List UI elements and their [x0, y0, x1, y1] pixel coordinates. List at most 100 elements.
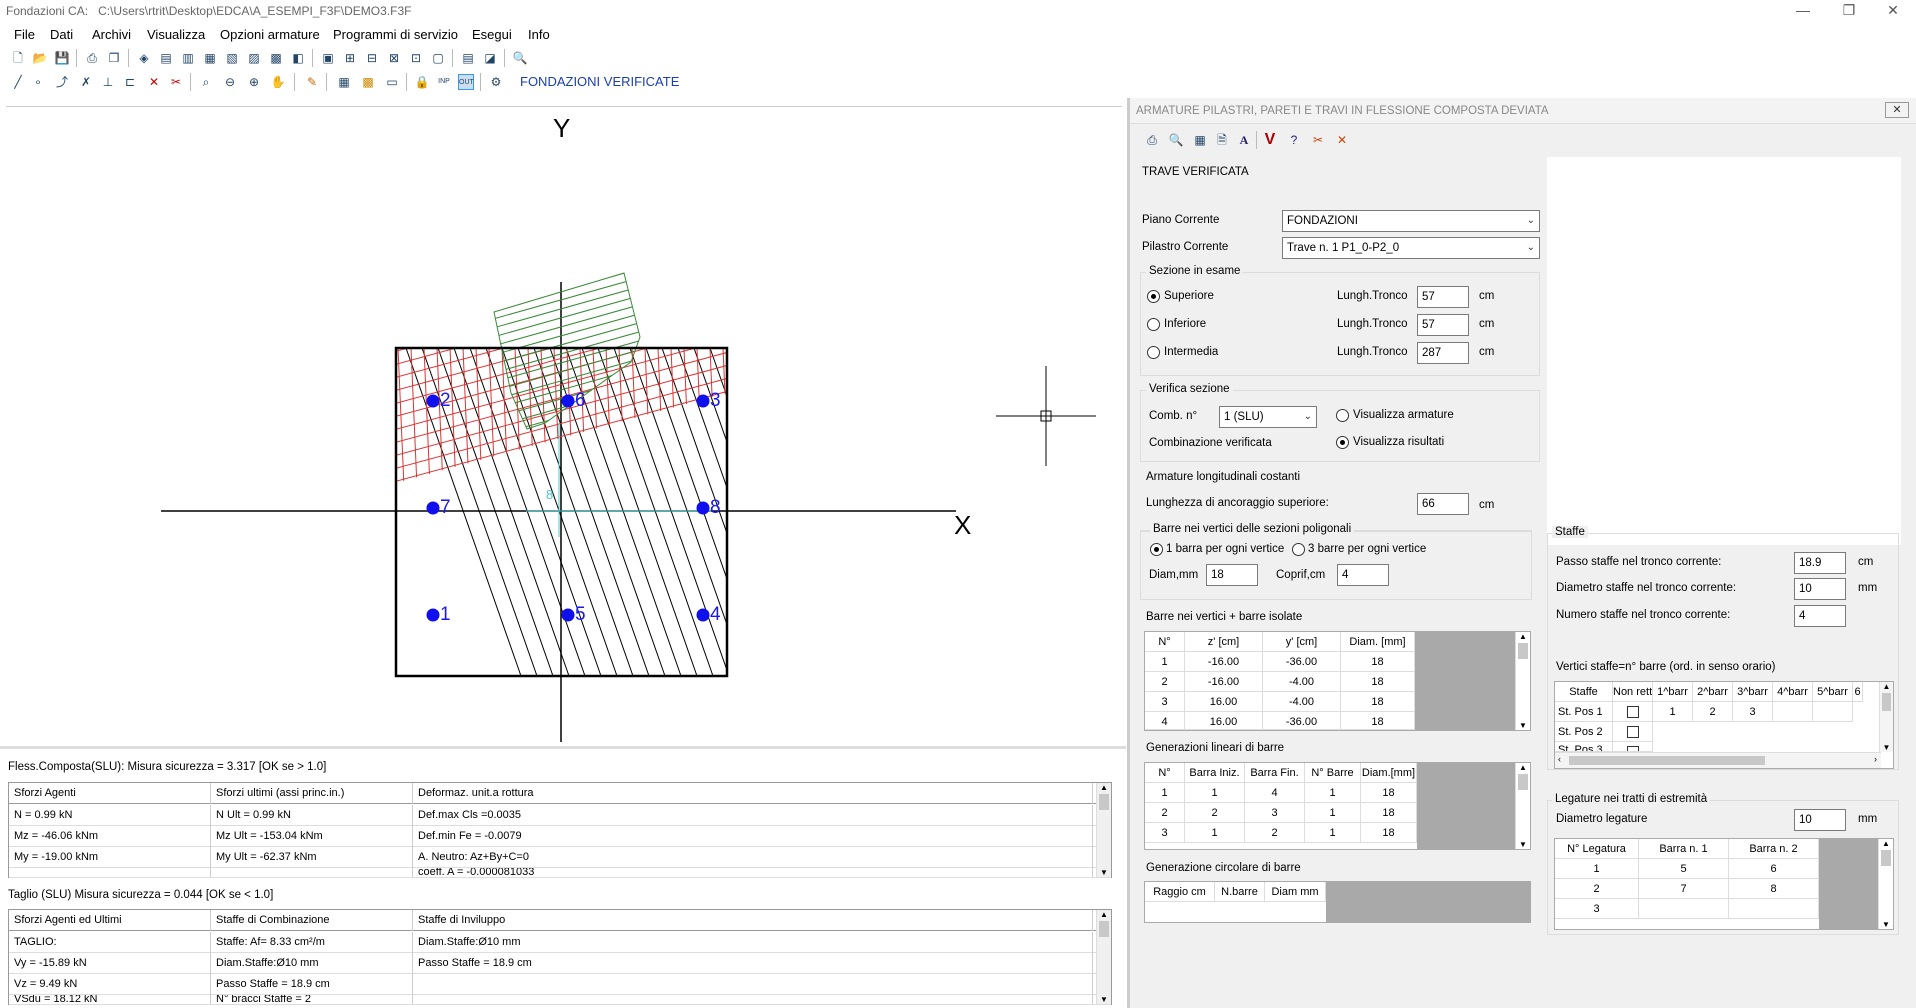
menu-programmi-servizio[interactable]: Programmi di servizio [333, 27, 458, 42]
num-staffe-input[interactable]: 4 [1794, 605, 1846, 627]
inp-icon[interactable]: INP [436, 74, 452, 90]
isolate-cell[interactable]: 18 [1341, 672, 1415, 692]
dialog-close-icon[interactable]: ✕ [1885, 102, 1909, 118]
lungh-superiore-input[interactable]: 57 [1417, 286, 1469, 308]
isolate-cell[interactable]: 18 [1341, 652, 1415, 672]
isolate-cell[interactable]: -16.00 [1185, 652, 1263, 672]
tool-13-icon[interactable]: ⊡ [408, 50, 424, 66]
tool-6-icon[interactable]: ▨ [246, 50, 262, 66]
tool-7-icon[interactable]: ▩ [268, 50, 284, 66]
gen-lin-cell[interactable]: 1 [1145, 783, 1185, 803]
radio-superiore[interactable] [1147, 290, 1160, 303]
pencil-icon[interactable]: ✎ [304, 74, 320, 90]
table-row[interactable]: coeff. A = -0.000081033 [9, 868, 1111, 878]
table-row[interactable]: My = -19.00 kNm My Ult = -62.37 kNm A. N… [9, 847, 1111, 868]
lock-icon[interactable]: 🔒 [414, 74, 430, 90]
line-tool-icon[interactable]: ╱ [10, 74, 26, 90]
isolate-cell[interactable]: 18 [1341, 712, 1415, 730]
isolate-cell[interactable]: 16.00 [1185, 712, 1263, 730]
vertici-cell[interactable]: 3 [1733, 702, 1773, 722]
gen-circ-grid[interactable]: Raggio cm N.barre Diam mm [1144, 881, 1531, 923]
open-icon[interactable]: 📂 [32, 50, 48, 66]
gen-lin-cell[interactable]: 18 [1361, 803, 1417, 823]
gen-lin-cell[interactable]: 1 [1185, 783, 1245, 803]
gen-lin-cell[interactable]: 1 [1305, 803, 1361, 823]
gen-lin-cell[interactable]: 1 [1305, 823, 1361, 843]
isolate-cell[interactable]: -4.00 [1263, 672, 1341, 692]
isolate-scrollbar[interactable]: ▲ ▼ [1515, 632, 1530, 730]
diam-leg-input[interactable]: 10 [1794, 809, 1846, 831]
gen-lin-cell[interactable]: 18 [1361, 783, 1417, 803]
leg-cell[interactable] [1729, 899, 1819, 919]
table-icon[interactable]: ▭ [384, 74, 400, 90]
isolate-cell[interactable]: 1 [1145, 652, 1185, 672]
non-rett-checkbox[interactable] [1627, 726, 1639, 738]
vertici-cell[interactable] [1813, 702, 1853, 722]
dimension-icon[interactable]: ⊥ [100, 74, 116, 90]
radio-1-barra[interactable] [1150, 543, 1163, 556]
isolate-cell[interactable]: 2 [1145, 672, 1185, 692]
ancoraggio-input[interactable]: 66 [1417, 493, 1469, 515]
gen-lin-cell[interactable]: 2 [1145, 803, 1185, 823]
menu-info[interactable]: Info [528, 27, 550, 42]
table-row[interactable]: N = 0.99 kN N Ult = 0.99 kN Def.max Cls … [9, 805, 1111, 826]
verify-icon[interactable]: V [1262, 132, 1278, 148]
vertici-grid[interactable]: Staffe Non rett. 1^barr 2^barr 3^barr 4^… [1554, 681, 1894, 769]
isolate-cell[interactable]: 3 [1145, 692, 1185, 712]
non-rett-checkbox[interactable] [1627, 706, 1639, 718]
leg-cell[interactable]: 1 [1555, 859, 1639, 879]
minimize-icon[interactable]: — [1780, 0, 1826, 20]
print-icon[interactable]: ⎙ [84, 50, 100, 66]
pilastro-select[interactable]: Trave n. 1 P1_0-P2_0 ⌄ [1282, 237, 1540, 259]
leg-cell[interactable]: 8 [1729, 879, 1819, 899]
radio-inferiore[interactable] [1147, 318, 1160, 331]
settings-icon[interactable]: ⚙ [488, 74, 504, 90]
gen-lin-cell[interactable]: 18 [1361, 823, 1417, 843]
grid-icon[interactable]: ▦ [336, 74, 352, 90]
close-x-icon[interactable]: ✕ [1334, 132, 1350, 148]
menu-dati[interactable]: Dati [50, 27, 73, 42]
diam-input[interactable]: 18 [1206, 564, 1258, 586]
gen-lin-cell[interactable]: 2 [1245, 823, 1305, 843]
palette-icon[interactable]: ▩ [360, 74, 376, 90]
leg-cell[interactable]: 2 [1555, 879, 1639, 899]
vertici-cell[interactable]: St. Pos 2 [1555, 722, 1613, 742]
gen-lin-scrollbar[interactable]: ▲ ▼ [1515, 763, 1530, 849]
zoom-in-icon[interactable]: ⊕ [246, 74, 262, 90]
tool-2-icon[interactable]: ▤ [158, 50, 174, 66]
menu-opzioni-armature[interactable]: Opzioni armature [220, 27, 320, 42]
gen-lin-cell[interactable]: 3 [1245, 803, 1305, 823]
vertici-vscroll[interactable]: ▲ ▼ [1879, 682, 1893, 752]
isolate-cell[interactable]: 4 [1145, 712, 1185, 730]
gen-lin-cell[interactable]: 1 [1185, 823, 1245, 843]
preview-icon[interactable]: 🔍 [1168, 132, 1184, 148]
legature-scrollbar[interactable]: ▲ ▼ [1878, 839, 1893, 929]
shear-scrollbar[interactable]: ▲ ▼ [1096, 910, 1111, 1004]
drawing-canvas[interactable]: 8 Y X 1 2 3 4 5 6 7 8 [6, 106, 1122, 746]
out-icon[interactable]: OUT [458, 74, 474, 90]
isolate-cell[interactable]: -4.00 [1263, 692, 1341, 712]
gen-lin-cell[interactable]: 4 [1245, 783, 1305, 803]
radio-visualizza-risultati[interactable] [1336, 436, 1349, 449]
shear-grid[interactable]: Sforzi Agenti ed Ultimi Staffe di Combin… [8, 909, 1112, 1005]
tool-8-icon[interactable]: ◧ [290, 50, 306, 66]
passo-input[interactable]: 18.9 [1794, 552, 1846, 574]
copri-input[interactable]: 4 [1337, 564, 1389, 586]
piano-select[interactable]: FONDAZIONI ⌄ [1282, 210, 1540, 232]
tool-10-icon[interactable]: ⊞ [342, 50, 358, 66]
tool-11-icon[interactable]: ⊟ [364, 50, 380, 66]
calc-icon[interactable]: ▦ [1192, 132, 1208, 148]
vertici-cell[interactable]: St. Pos 1 [1555, 702, 1613, 722]
isolate-cell[interactable]: 16.00 [1185, 692, 1263, 712]
save-icon[interactable]: 💾 [54, 50, 70, 66]
vertici-cell[interactable]: 2 [1693, 702, 1733, 722]
vertici-cell[interactable] [1773, 702, 1813, 722]
cancel-icon[interactable]: ✕ [146, 74, 162, 90]
menu-visualizza[interactable]: Visualizza [147, 27, 205, 42]
polyline-tool-icon[interactable]: ⤴ [54, 74, 70, 90]
zoom-preview-icon[interactable]: 🔍 [512, 50, 528, 66]
tool-15-icon[interactable]: ▤ [460, 50, 476, 66]
leg-cell[interactable]: 5 [1639, 859, 1729, 879]
table-row[interactable]: Vy = -15.89 kN Diam.Staffe:Ø10 mm Passo … [9, 953, 1111, 974]
gen-lin-grid[interactable]: N° Barra Iniz. Barra Fin. N° Barre Diam.… [1144, 762, 1531, 850]
